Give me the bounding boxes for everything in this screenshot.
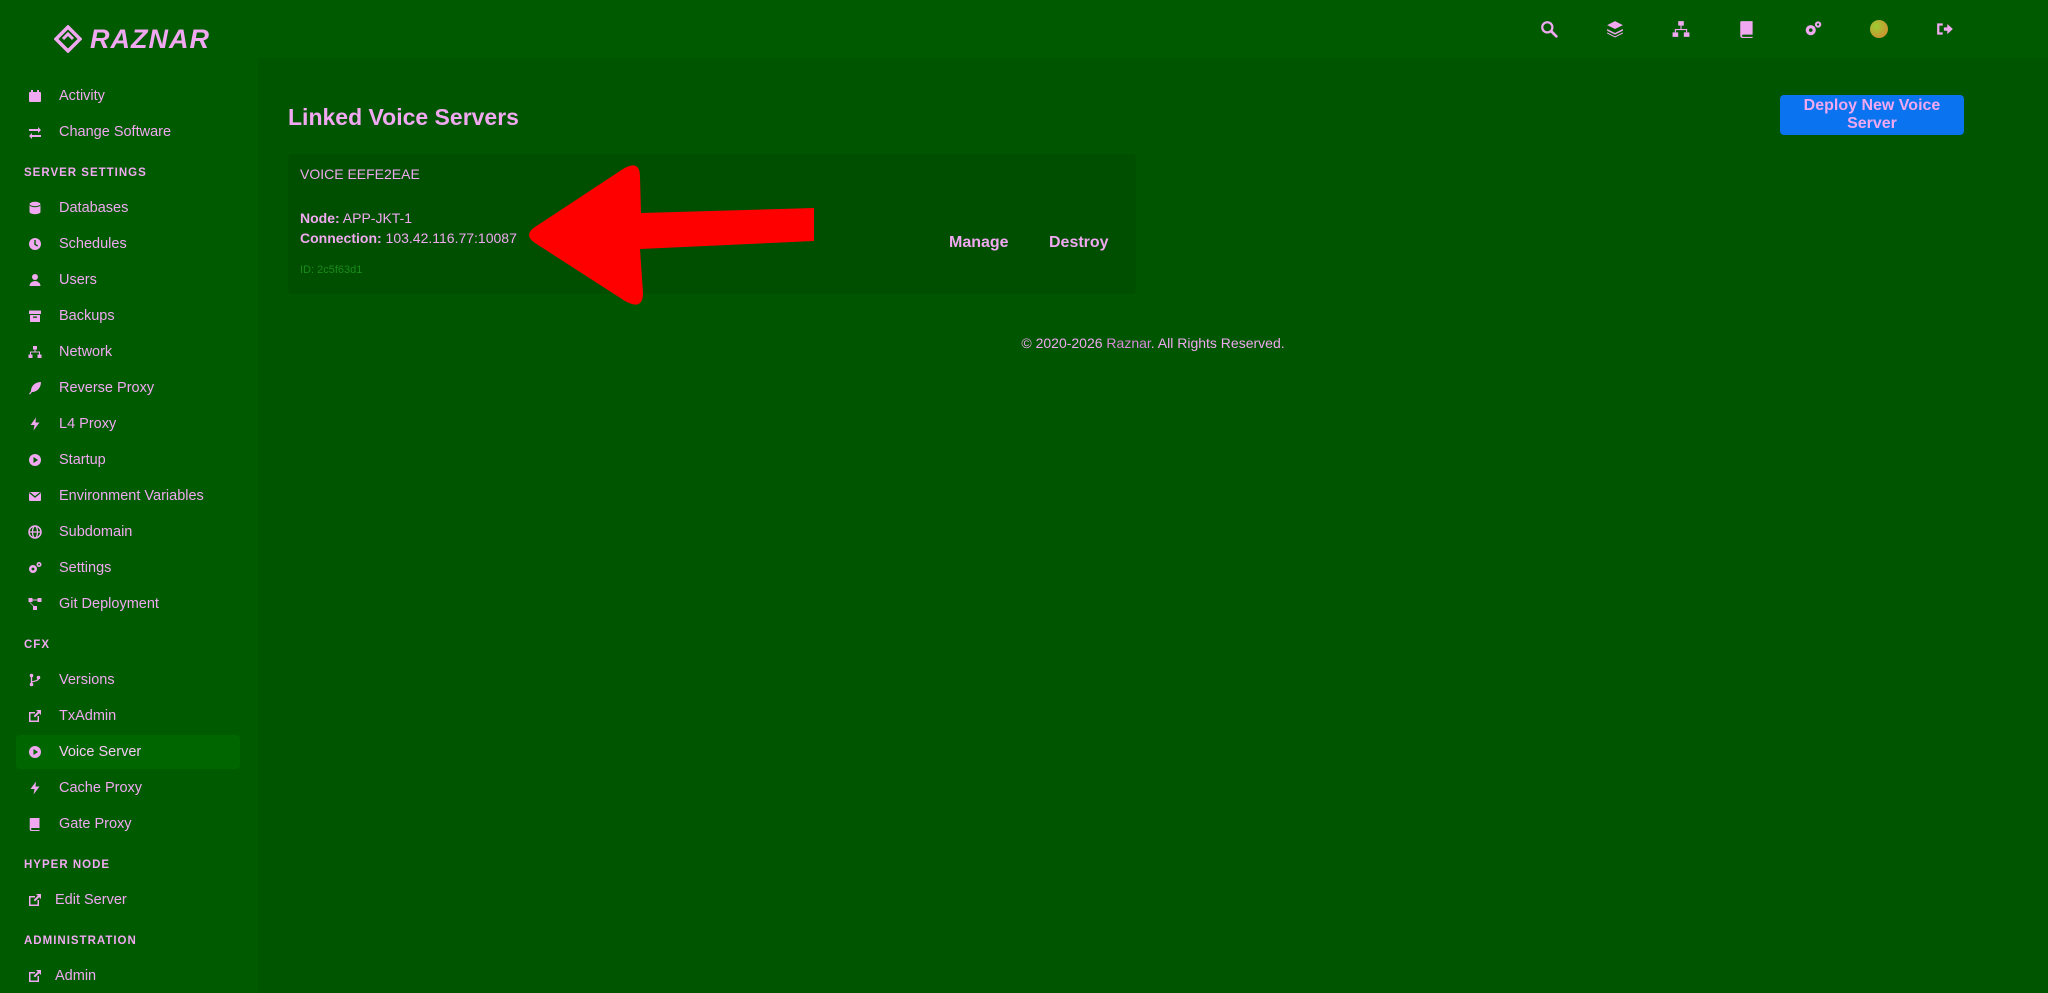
footer-suffix: . All Rights Reserved.	[1150, 335, 1285, 351]
sidebar-item-label: Git Deployment	[59, 596, 159, 612]
sidebar-item-label: Edit Server	[55, 892, 127, 908]
feather-icon	[27, 380, 43, 396]
sidebar-item-backups[interactable]: Backups	[16, 299, 240, 333]
user-icon	[27, 272, 43, 288]
calendar-icon	[27, 88, 43, 104]
sign-out-icon[interactable]	[1912, 17, 1978, 41]
sidebar-item-label: TxAdmin	[59, 708, 117, 724]
sidebar-item-admin[interactable]: Admin	[16, 959, 240, 993]
sidebar-item-label: Reverse Proxy	[59, 380, 155, 396]
sidebar-item-databases[interactable]: Databases	[16, 191, 240, 225]
footer-prefix: © 2020-2026	[1021, 335, 1107, 351]
sidebar-item-l4-proxy[interactable]: L4 Proxy	[16, 407, 240, 441]
database-icon	[27, 200, 43, 216]
sidebar-item-label: Voice Server	[59, 744, 142, 760]
sidebar-item-reverse-proxy[interactable]: Reverse Proxy	[16, 371, 240, 405]
connection-label: Connection:	[300, 230, 382, 246]
sidebar-item-label: Network	[59, 344, 113, 360]
sidebar-item-label: Gate Proxy	[59, 816, 132, 832]
sidebar-item-users[interactable]: Users	[16, 263, 240, 297]
sidebar: Activity Change Software SERVER SETTINGS…	[0, 58, 258, 993]
sidebar-item-cache-proxy[interactable]: Cache Proxy	[16, 771, 240, 805]
node-label: Node:	[300, 210, 340, 226]
sidebar-item-environment-variables[interactable]: Environment Variables	[16, 479, 240, 513]
connection-row: Connection: 103.42.116.77:10087	[300, 230, 517, 246]
cogs-icon	[27, 560, 43, 576]
voice-server-id: ID: 2c5f63d1	[300, 264, 363, 276]
sidebar-item-network[interactable]: Network	[16, 335, 240, 369]
sidebar-item-versions[interactable]: Versions	[16, 663, 240, 697]
sidebar-item-schedules[interactable]: Schedules	[16, 227, 240, 261]
sidebar-item-label: Databases	[59, 200, 129, 216]
play-circle-icon	[27, 452, 43, 468]
exchange-icon	[27, 124, 43, 140]
avatar[interactable]	[1846, 17, 1912, 41]
section-title-cfx: CFX	[24, 639, 50, 651]
git-icon	[27, 596, 43, 612]
top-icon-bar	[1516, 17, 1978, 41]
sidebar-item-label: L4 Proxy	[59, 416, 117, 432]
sidebar-item-voice-server[interactable]: Voice Server	[16, 735, 240, 769]
sidebar-item-label: Change Software	[59, 124, 172, 140]
sidebar-item-settings[interactable]: Settings	[16, 551, 240, 585]
network-icon[interactable]	[1648, 17, 1714, 41]
brand-logo[interactable]: RAZNAR	[54, 22, 210, 56]
external-link-icon	[27, 968, 43, 984]
sidebar-item-startup[interactable]: Startup	[16, 443, 240, 477]
archive-icon	[27, 308, 43, 324]
sidebar-item-label: Activity	[59, 88, 105, 104]
bolt-icon	[27, 416, 43, 432]
footer-brand-link[interactable]: Raznar	[1106, 335, 1150, 351]
section-title-hyper-node: HYPER NODE	[24, 859, 111, 871]
section-title-server-settings: SERVER SETTINGS	[24, 167, 147, 179]
clock-icon	[27, 236, 43, 252]
search-icon[interactable]	[1516, 17, 1582, 41]
sidebar-item-label: Schedules	[59, 236, 127, 252]
book-icon	[27, 816, 43, 832]
external-link-icon	[27, 892, 43, 908]
cogs-icon[interactable]	[1780, 17, 1846, 41]
globe-icon	[27, 524, 43, 540]
code-branch-icon	[27, 672, 43, 688]
top-bar: RAZNAR	[0, 0, 2048, 58]
app-root: RAZNAR Activity Change Software SERVER S…	[0, 0, 2048, 993]
brand-name: RAZNAR	[90, 23, 210, 54]
annotation-arrow-icon	[529, 165, 814, 305]
bolt-icon	[27, 780, 43, 796]
book-icon[interactable]	[1714, 17, 1780, 41]
avatar-image	[1870, 20, 1888, 38]
play-circle-icon	[27, 744, 43, 760]
sidebar-item-gate-proxy[interactable]: Gate Proxy	[16, 807, 240, 841]
sidebar-item-label: Cache Proxy	[59, 780, 143, 796]
section-title-administration: ADMINISTRATION	[24, 935, 137, 947]
page-title: Linked Voice Servers	[288, 104, 519, 130]
layers-icon[interactable]	[1582, 17, 1648, 41]
sidebar-item-label: Versions	[59, 672, 115, 688]
sidebar-item-git-deployment[interactable]: Git Deployment	[16, 587, 240, 621]
sidebar-item-label: Subdomain	[59, 524, 133, 540]
sidebar-item-label: Settings	[59, 560, 112, 576]
external-link-icon	[27, 708, 43, 724]
node-value: APP-JKT-1	[342, 210, 413, 226]
sidebar-item-label: Users	[59, 272, 97, 288]
sidebar-item-label: Backups	[59, 308, 115, 324]
network-icon	[27, 344, 43, 360]
connection-value: 103.42.116.77:10087	[385, 230, 517, 246]
sidebar-item-txadmin[interactable]: TxAdmin	[16, 699, 240, 733]
deploy-new-voice-server-button[interactable]: Deploy New Voice Server	[1780, 95, 1964, 135]
destroy-button[interactable]: Destroy	[1049, 234, 1109, 252]
sidebar-item-activity[interactable]: Activity	[16, 79, 240, 113]
sidebar-item-change-software[interactable]: Change Software	[16, 115, 240, 149]
raznar-logo-icon	[54, 25, 82, 53]
voice-server-name: VOICE EEFE2EAE	[300, 166, 420, 182]
sidebar-item-subdomain[interactable]: Subdomain	[16, 515, 240, 549]
sidebar-item-label: Environment Variables	[59, 488, 204, 504]
node-row: Node: APP-JKT-1	[300, 210, 412, 226]
sidebar-item-label: Startup	[59, 452, 106, 468]
envelope-icon	[27, 488, 43, 504]
manage-button[interactable]: Manage	[949, 234, 1009, 252]
sidebar-item-label: Admin	[55, 968, 97, 984]
footer: © 2020-2026 Raznar. All Rights Reserved.	[258, 335, 2048, 351]
sidebar-item-edit-server[interactable]: Edit Server	[16, 883, 240, 917]
